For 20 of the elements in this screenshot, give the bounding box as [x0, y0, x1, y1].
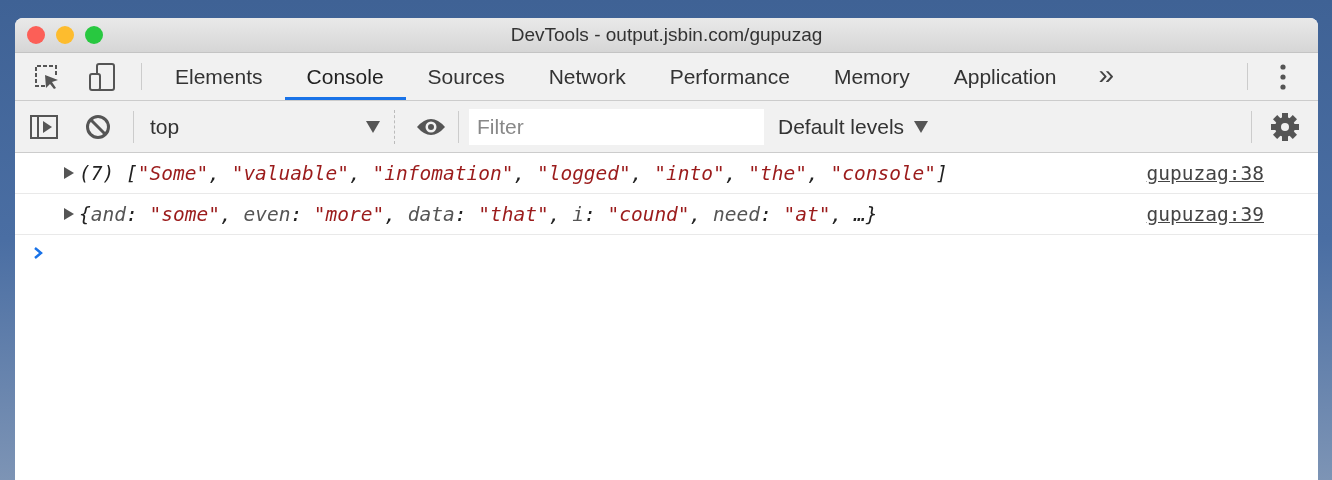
tab[interactable]: Application — [931, 53, 1079, 100]
tab[interactable]: Network — [526, 53, 648, 100]
tab[interactable]: Elements — [153, 53, 285, 100]
log-message: (7) ["Some", "valuable", "infomation", "logged", "into", "the", "console"] — [79, 161, 949, 185]
dropdown-triangle-icon — [914, 120, 929, 133]
expand-triangle-icon[interactable] — [63, 166, 75, 180]
context-dropdown[interactable]: top — [136, 106, 392, 147]
source-link[interactable]: gupuzag:38 — [1146, 161, 1264, 185]
levels-dropdown[interactable]: Default levels — [764, 114, 943, 139]
tab[interactable]: Performance — [647, 53, 812, 100]
expand-triangle-icon[interactable] — [63, 207, 75, 221]
window-title: DevTools - output.jsbin.com/gupuzag — [510, 24, 823, 45]
tab[interactable]: Memory — [811, 53, 932, 100]
log-message: {and: "some", even: "more", data: "that", i: "cound", need: "at", …} — [79, 202, 879, 226]
prompt-chevron-icon — [33, 246, 43, 260]
tab[interactable]: Sources — [405, 53, 527, 100]
dropdown-triangle-icon — [366, 120, 380, 133]
filter-field[interactable]: Filter — [469, 108, 764, 145]
source-link[interactable]: gupuzag:39 — [1146, 202, 1264, 226]
more-tabs-button[interactable]: » — [1078, 53, 1129, 100]
